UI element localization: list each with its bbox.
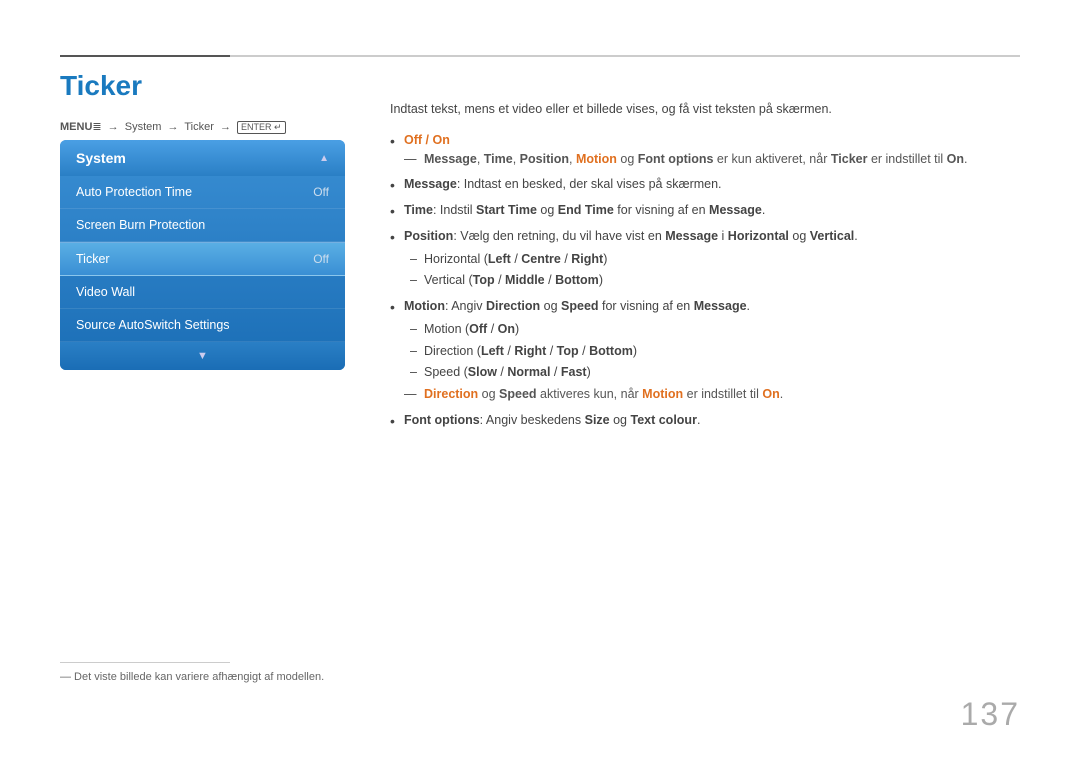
menu-item-ticker[interactable]: Ticker Off — [60, 242, 345, 276]
position-sub-vertical: Vertical (Top / Middle / Bottom) — [404, 271, 1020, 290]
offon-note-text: Message, Time, Position, Motion og Font … — [424, 152, 968, 166]
menu-logo-icon: ≣ — [92, 121, 101, 133]
arrow-1: → — [108, 121, 119, 133]
arrow-2: → — [167, 121, 178, 133]
bullet-item-time: Time: Indstil Start Time og End Time for… — [390, 201, 1020, 220]
system-header-label: System — [76, 150, 126, 166]
motion-note-text: Direction og Speed aktiveres kun, når Mo… — [424, 387, 783, 401]
motion-label: Motion — [404, 299, 445, 313]
motion-text: : Angiv Direction og Speed for visning a… — [445, 299, 750, 313]
menu-item-video-wall[interactable]: Video Wall — [60, 276, 345, 309]
enter-icon: ENTER ↵ — [237, 121, 286, 134]
message-label: Message — [404, 177, 457, 191]
time-label: Time — [404, 203, 433, 217]
page-number: 137 — [961, 696, 1020, 733]
position-label: Position — [404, 229, 453, 243]
motion-sub-list: Motion (Off / On) Direction (Left / Righ… — [404, 320, 1020, 382]
menu-item-label: Video Wall — [76, 285, 135, 299]
bullet-item-offon: Off / On — Message, Time, Position, Moti… — [390, 131, 1020, 169]
font-options-text: : Angiv beskedens Size og Text colour. — [480, 413, 701, 427]
menu-logo-text: MENU — [60, 121, 92, 133]
bullet-item-font-options: Font options: Angiv beskedens Size og Te… — [390, 411, 1020, 430]
bullet-list: Off / On — Message, Time, Position, Moti… — [390, 131, 1020, 430]
menu-path: MENU≣ → System → Ticker → ENTER ↵ — [60, 120, 286, 134]
offon-label: Off / On — [404, 133, 450, 147]
bottom-divider — [60, 662, 230, 663]
menu-item-screen-burn[interactable]: Screen Burn Protection — [60, 209, 345, 242]
motion-sub-direction: Direction (Left / Right / Top / Bottom) — [404, 342, 1020, 361]
menu-item-value: Off — [313, 252, 329, 266]
bullet-item-message: Message: Indtast en besked, der skal vis… — [390, 175, 1020, 194]
arrow-up-icon: ▲ — [319, 153, 329, 164]
menu-item-value: Off — [313, 185, 329, 199]
menu-item-label: Source AutoSwitch Settings — [76, 318, 230, 332]
offon-note: — Message, Time, Position, Motion og Fon… — [404, 150, 1020, 169]
menu-item-ticker: Ticker — [184, 121, 214, 133]
bullet-item-position: Position: Vælg den retning, du vil have … — [390, 227, 1020, 290]
arrow-3: → — [220, 121, 231, 133]
motion-sub-motion: Motion (Off / On) — [404, 320, 1020, 339]
menu-item-label: Ticker — [76, 252, 110, 266]
motion-note: — Direction og Speed aktiveres kun, når … — [404, 385, 1020, 404]
position-text: : Vælg den retning, du vil have vist en … — [453, 229, 857, 243]
top-line-accent — [60, 55, 230, 57]
font-options-label: Font options — [404, 413, 480, 427]
position-sub-horizontal: Horizontal (Left / Centre / Right) — [404, 250, 1020, 269]
position-sub-list: Horizontal (Left / Centre / Right) Verti… — [404, 250, 1020, 291]
bottom-note: — Det viste billede kan variere afhængig… — [60, 671, 324, 683]
menu-item-source-autoswitch[interactable]: Source AutoSwitch Settings — [60, 309, 345, 342]
message-text: : Indtast en besked, der skal vises på s… — [457, 177, 722, 191]
menu-item-label: Auto Protection Time — [76, 185, 192, 199]
time-text: : Indstil Start Time og End Time for vis… — [433, 203, 765, 217]
menu-item-system: System — [125, 121, 162, 133]
menu-item-label: Screen Burn Protection — [76, 218, 205, 232]
motion-sub-speed: Speed (Slow / Normal / Fast) — [404, 363, 1020, 382]
system-footer: ▼ — [60, 342, 345, 370]
system-panel: System ▲ Auto Protection Time Off Screen… — [60, 140, 345, 370]
menu-item-auto-protection[interactable]: Auto Protection Time Off — [60, 176, 345, 209]
arrow-down-icon: ▼ — [197, 350, 208, 362]
bottom-note-text: — Det viste billede kan variere afhængig… — [60, 671, 324, 683]
system-header: System ▲ — [60, 140, 345, 176]
page-title: Ticker — [60, 70, 142, 102]
bullet-item-motion: Motion: Angiv Direction og Speed for vis… — [390, 297, 1020, 404]
intro-text: Indtast tekst, mens et video eller et bi… — [390, 100, 1020, 119]
right-content: Indtast tekst, mens et video eller et bi… — [390, 100, 1020, 437]
